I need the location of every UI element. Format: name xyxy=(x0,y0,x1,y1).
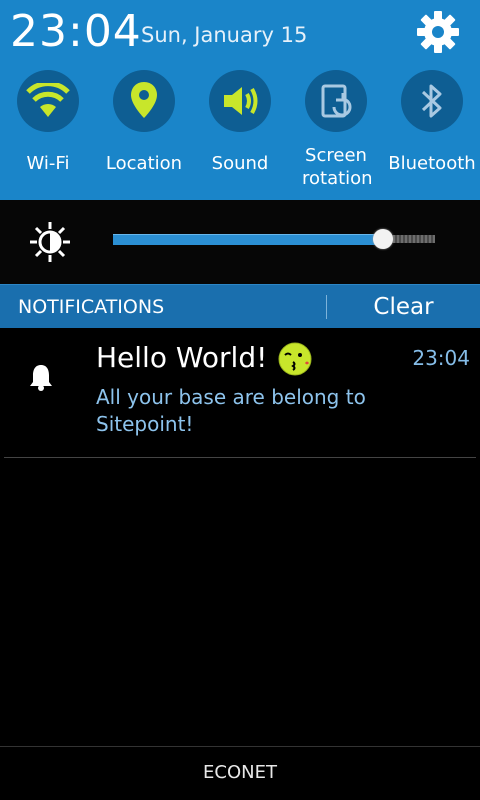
notification-shade: 23:04 Sun, January 15 Wi-Fi Location Sou… xyxy=(0,0,480,800)
brightness-icon[interactable] xyxy=(28,220,72,264)
date: Sun, January 15 xyxy=(141,23,308,47)
clock: 23:04 xyxy=(10,6,142,57)
notifications-header: NOTIFICATIONS Clear xyxy=(0,284,480,329)
clear-button[interactable]: Clear xyxy=(327,285,480,329)
slider-fill xyxy=(113,234,383,245)
carrier-label: ECONET xyxy=(203,762,277,783)
location-pin-icon xyxy=(131,82,157,118)
bluetooth-icon xyxy=(421,84,442,118)
sound-icon xyxy=(224,87,258,115)
settings-button[interactable] xyxy=(412,6,464,58)
footer-divider xyxy=(0,746,480,747)
toggle-sound[interactable]: Sound xyxy=(192,70,288,194)
quick-settings-panel: 23:04 Sun, January 15 Wi-Fi Location Sou… xyxy=(0,0,480,200)
toggle-location[interactable]: Location xyxy=(96,70,192,194)
toggle-screen-rotation[interactable]: Screen rotation xyxy=(288,70,384,194)
toggle-label: Wi-Fi xyxy=(26,153,70,174)
toggle-wifi[interactable]: Wi-Fi xyxy=(0,70,96,194)
slider-thumb[interactable] xyxy=(373,229,393,249)
screen-rotation-icon xyxy=(321,84,352,118)
toggle-label: Location xyxy=(105,153,183,174)
wifi-icon xyxy=(26,83,70,117)
toggle-label: Bluetooth xyxy=(388,153,476,174)
kissing-face-icon xyxy=(278,342,312,376)
notification-body: All your base are belong to Sitepoint! xyxy=(96,385,366,436)
notifications-title: NOTIFICATIONS xyxy=(18,296,165,318)
toggle-label: Screen rotation xyxy=(302,145,373,189)
notification-divider xyxy=(4,457,476,458)
notification-title: Hello World! xyxy=(96,341,268,374)
brightness-slider[interactable] xyxy=(113,229,435,249)
toggle-label: Sound xyxy=(211,153,269,174)
gear-icon xyxy=(417,11,459,53)
notification-time: 23:04 xyxy=(412,346,470,370)
toggle-bluetooth[interactable]: Bluetooth xyxy=(384,70,480,194)
notification-item[interactable]: Hello World! 23:04 All your base are bel… xyxy=(0,328,480,456)
bell-icon xyxy=(30,365,52,391)
